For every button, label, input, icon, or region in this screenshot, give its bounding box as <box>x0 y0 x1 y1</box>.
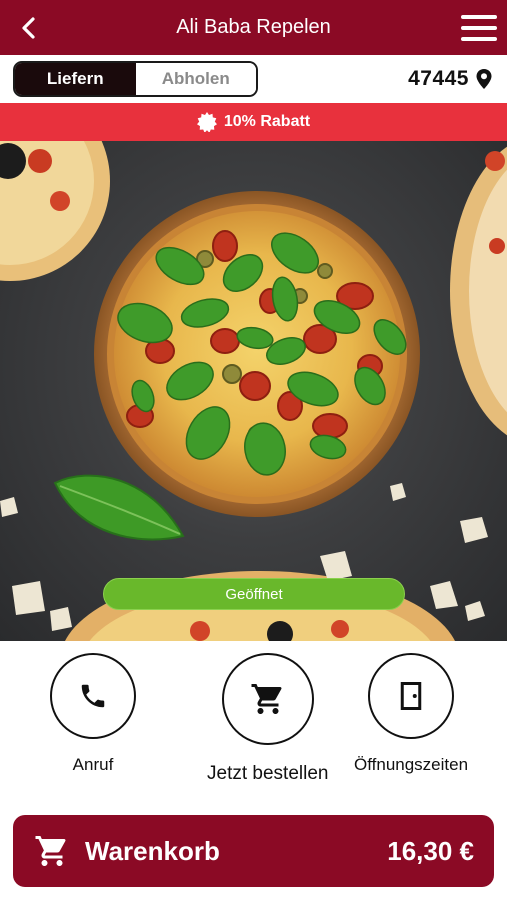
discount-banner[interactable]: 10% Rabatt <box>0 103 507 141</box>
quick-actions: Anruf Jetzt bestellen Öffnungszeiten <box>0 641 507 801</box>
opening-hours-action[interactable]: Öffnungszeiten <box>354 653 468 775</box>
call-action[interactable]: Anruf <box>50 653 136 775</box>
call-button[interactable] <box>50 653 136 739</box>
door-icon <box>400 682 422 710</box>
top-app-bar: Ali Baba Repelen <box>0 0 507 55</box>
cart-icon <box>251 684 282 714</box>
postal-code[interactable]: 47445 <box>408 63 469 95</box>
order-mode-bar: Liefern Abholen 47445 <box>0 55 507 103</box>
hamburger-line <box>461 26 497 30</box>
hero-image: Geöffnet <box>0 141 507 641</box>
toggle-liefern[interactable]: Liefern <box>15 63 136 95</box>
pizza-illustration <box>0 141 507 641</box>
order-now-button[interactable] <box>221 653 314 745</box>
menu-button[interactable] <box>461 12 497 44</box>
hamburger-menu-icon <box>461 15 497 19</box>
restaurant-title: Ali Baba Repelen <box>176 16 331 38</box>
order-now-action[interactable]: Jetzt bestellen <box>207 653 328 785</box>
hamburger-line <box>461 37 497 41</box>
location-pin-icon[interactable] <box>475 68 493 90</box>
call-label: Anruf <box>72 755 114 774</box>
cart-icon <box>35 836 66 866</box>
discount-badge-icon <box>196 112 217 132</box>
opening-hours-label: Öffnungszeiten <box>354 755 469 774</box>
cart-total: 16,30 € <box>387 836 474 866</box>
order-now-label: Jetzt bestellen <box>207 763 329 784</box>
cart-label: Warenkorb <box>85 836 220 866</box>
discount-text: 10% Rabatt <box>223 113 311 130</box>
delivery-pickup-toggle: Liefern Abholen <box>13 61 258 97</box>
opening-hours-button[interactable] <box>368 653 455 739</box>
phone-icon <box>81 684 105 708</box>
cart-button[interactable]: Warenkorb 16,30 € <box>13 815 494 887</box>
open-status-badge: Geöffnet <box>103 578 405 610</box>
toggle-abholen[interactable]: Abholen <box>135 63 256 95</box>
